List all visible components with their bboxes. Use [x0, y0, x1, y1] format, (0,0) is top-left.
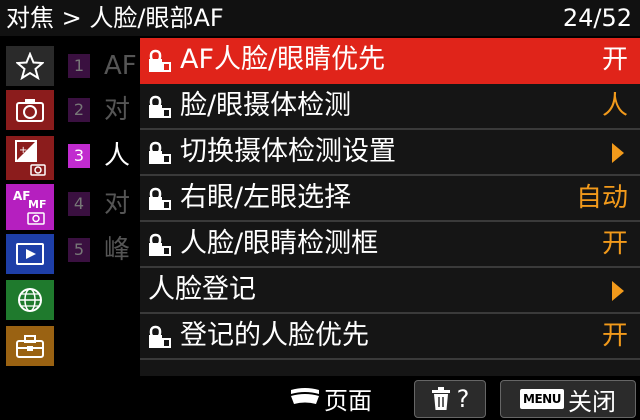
- custom-key-icon: [149, 325, 171, 348]
- menu-item-label: AF人脸/眼睛优先: [180, 44, 386, 75]
- custom-key-icon: [149, 49, 171, 72]
- menu-item-label: 脸/眼摄体检测: [180, 90, 352, 121]
- page-button-label: 页面: [324, 386, 372, 415]
- chevron-right-icon: [612, 281, 624, 301]
- control-wheel-icon: [291, 388, 319, 404]
- menu-item-value: 开: [601, 321, 628, 351]
- menu-item-label: 人脸/眼睛检测框: [180, 228, 379, 259]
- subpage-item-3[interactable]: 3 人: [68, 136, 140, 176]
- menu-item-registered-faces-priority[interactable]: 登记的人脸优先 开: [140, 314, 640, 360]
- category-tab-my-menu[interactable]: [6, 46, 54, 86]
- title-bar: 对焦 > 人脸/眼部AF 24/52: [0, 0, 640, 36]
- breadcrumb: 对焦 > 人脸/眼部AF: [6, 4, 224, 32]
- mf-icon-text: MF: [28, 198, 46, 211]
- menu-item-face-registration[interactable]: 人脸登记: [140, 268, 640, 314]
- menu-item-af-face-eye-priority[interactable]: AF人脸/眼睛优先 开: [140, 38, 640, 84]
- toolbox-icon: [16, 335, 44, 358]
- menu-item-label: 登记的人脸优先: [180, 320, 369, 351]
- subpage-number: 3: [68, 144, 90, 168]
- menu-item-face-eye-subject-detection[interactable]: 脸/眼摄体检测 人: [140, 84, 640, 130]
- menu-close-button[interactable]: MENU 关闭: [500, 380, 636, 418]
- category-tabs: + AF MF: [0, 38, 56, 376]
- custom-key-icon: [149, 95, 171, 118]
- menu-key-icon: MENU: [520, 389, 564, 409]
- trash-icon: [431, 387, 450, 410]
- af-mf-icon: AF MF: [13, 189, 46, 225]
- custom-key-icon: [149, 141, 171, 164]
- chevron-right-icon: [612, 143, 624, 163]
- exposure-icon: +: [15, 140, 46, 176]
- menu-item-face-eye-frame-display[interactable]: 人脸/眼睛检测框 开: [140, 222, 640, 268]
- subpage-item-1[interactable]: 1 AF: [68, 46, 140, 86]
- subpage-label: 人: [104, 141, 131, 171]
- subpage-item-4[interactable]: 4 对: [68, 184, 140, 224]
- category-tab-playback[interactable]: [6, 234, 54, 274]
- subpage-label: AF: [104, 51, 137, 81]
- page-indicator: 24/52: [562, 4, 632, 32]
- menu-item-label: 右眼/左眼选择: [180, 182, 352, 213]
- menu-item-value: 人: [601, 91, 628, 121]
- subpage-number: 4: [68, 192, 90, 216]
- menu-list: AF人脸/眼睛优先 开 脸/眼摄体检测 人 切换摄体检测设置 右眼/左眼选择 自…: [140, 38, 640, 376]
- subpage-number: 2: [68, 98, 90, 122]
- footer-bar: 页面 ? MENU 关闭: [0, 376, 640, 420]
- category-tab-focus[interactable]: AF MF: [6, 184, 54, 230]
- custom-key-icon: [149, 233, 171, 256]
- menu-item-label: 切换摄体检测设置: [180, 136, 396, 167]
- menu-item-right-left-eye-select[interactable]: 右眼/左眼选择 自动: [140, 176, 640, 222]
- subpage-item-5[interactable]: 5 峰: [68, 230, 140, 270]
- page-control-button[interactable]: 页面: [290, 380, 372, 416]
- subpage-number: 1: [68, 54, 90, 78]
- subpage-item-2[interactable]: 2 对: [68, 90, 140, 130]
- subpage-list: 1 AF 2 对 3 人 4 对 5 峰: [60, 38, 140, 376]
- category-tab-network[interactable]: [6, 280, 54, 320]
- menu-item-label: 人脸登记: [148, 274, 256, 305]
- star-icon: [16, 52, 44, 80]
- svg-text:+: +: [19, 145, 27, 156]
- subpage-label: 对: [104, 95, 131, 125]
- close-button-label: 关闭: [567, 387, 616, 416]
- help-question-mark: ?: [456, 385, 470, 413]
- network-icon: [18, 288, 42, 312]
- menu-item-value: 自动: [575, 183, 628, 213]
- playback-icon: [16, 243, 44, 265]
- subpage-number: 5: [68, 238, 90, 262]
- category-tab-setup[interactable]: [6, 326, 54, 366]
- subpage-label: 对: [104, 189, 131, 219]
- category-tab-shooting[interactable]: [6, 90, 54, 130]
- camera-icon: [16, 99, 44, 122]
- menu-item-value: 开: [601, 229, 628, 259]
- delete-help-button[interactable]: ?: [414, 380, 486, 418]
- subpage-label: 峰: [104, 235, 131, 265]
- menu-item-switch-subject-detection[interactable]: 切换摄体检测设置: [140, 130, 640, 176]
- category-tab-exposure-color[interactable]: +: [6, 136, 54, 180]
- menu-item-value: 开: [601, 45, 628, 75]
- custom-key-icon: [149, 187, 171, 210]
